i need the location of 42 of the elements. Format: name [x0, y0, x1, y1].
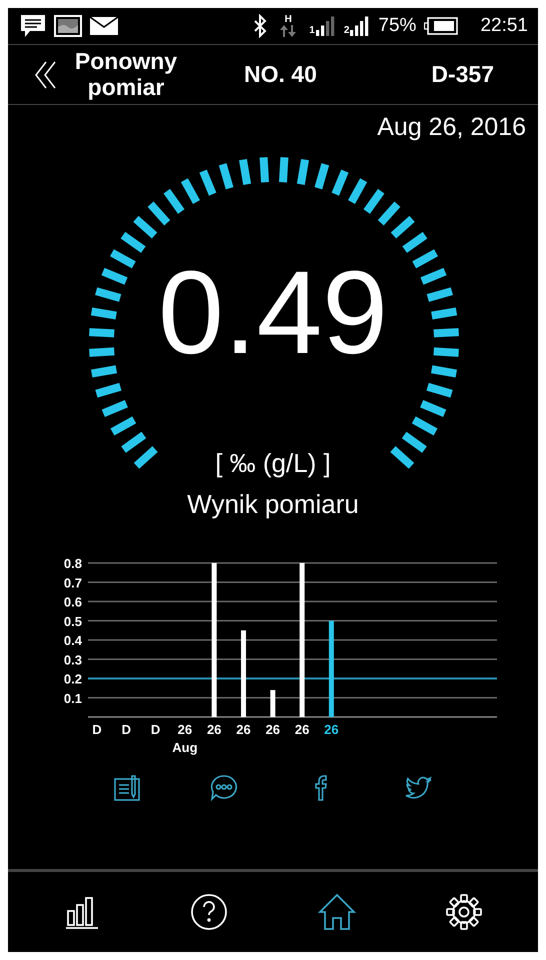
axis-label: D	[92, 722, 102, 737]
axis-label: 0.2	[64, 672, 82, 686]
measurement-date: Aug 26, 2016	[377, 113, 526, 142]
sim-label: 2	[344, 25, 350, 36]
bluetooth-icon	[253, 14, 268, 38]
axis-label: 0.7	[64, 575, 82, 590]
double-chevron-icon	[34, 60, 58, 90]
axis-label: 26	[178, 722, 192, 737]
axis-label: 0.1	[64, 690, 82, 706]
axis-label: 0.6	[64, 594, 82, 610]
reading-unit: [ ‰ (g/L) ]	[215, 448, 331, 479]
mail-icon	[90, 16, 118, 36]
chat-bubble-icon[interactable]	[208, 773, 238, 803]
axis-label: 26	[206, 722, 222, 737]
network-type: H	[284, 15, 292, 25]
axis-label: 0.4	[64, 633, 82, 648]
reading-value: 0.49	[158, 254, 388, 372]
axis-label: 26	[266, 722, 280, 737]
axis-label: D	[150, 722, 160, 737]
axis-label: 26	[236, 722, 251, 737]
axis-label: 26	[294, 722, 310, 737]
notes-icon[interactable]	[112, 773, 142, 803]
measurement-number: NO. 40	[244, 61, 317, 88]
image-icon	[54, 15, 82, 37]
back-button[interactable]: Ponowny pomiar	[8, 49, 186, 100]
signal-icon	[316, 16, 336, 36]
data-arrows-icon	[279, 25, 298, 37]
bar	[270, 690, 276, 717]
axis-label: 0.5	[64, 614, 82, 629]
reading-label: Wynik pomiaru	[187, 489, 359, 520]
axis-label: 0.3	[64, 652, 82, 668]
axis-label: 0.8	[64, 556, 82, 571]
clock: 22:51	[480, 15, 528, 37]
axis-label: D	[122, 722, 131, 737]
message-icon	[20, 14, 46, 38]
sim-label: 1	[309, 25, 315, 36]
axis-label: 26	[324, 722, 339, 737]
device-id: D-357	[431, 61, 494, 88]
signal-icon	[350, 16, 370, 36]
battery-percent: 75%	[378, 15, 416, 37]
battery-icon	[424, 17, 458, 35]
month-label: Aug	[172, 740, 198, 755]
